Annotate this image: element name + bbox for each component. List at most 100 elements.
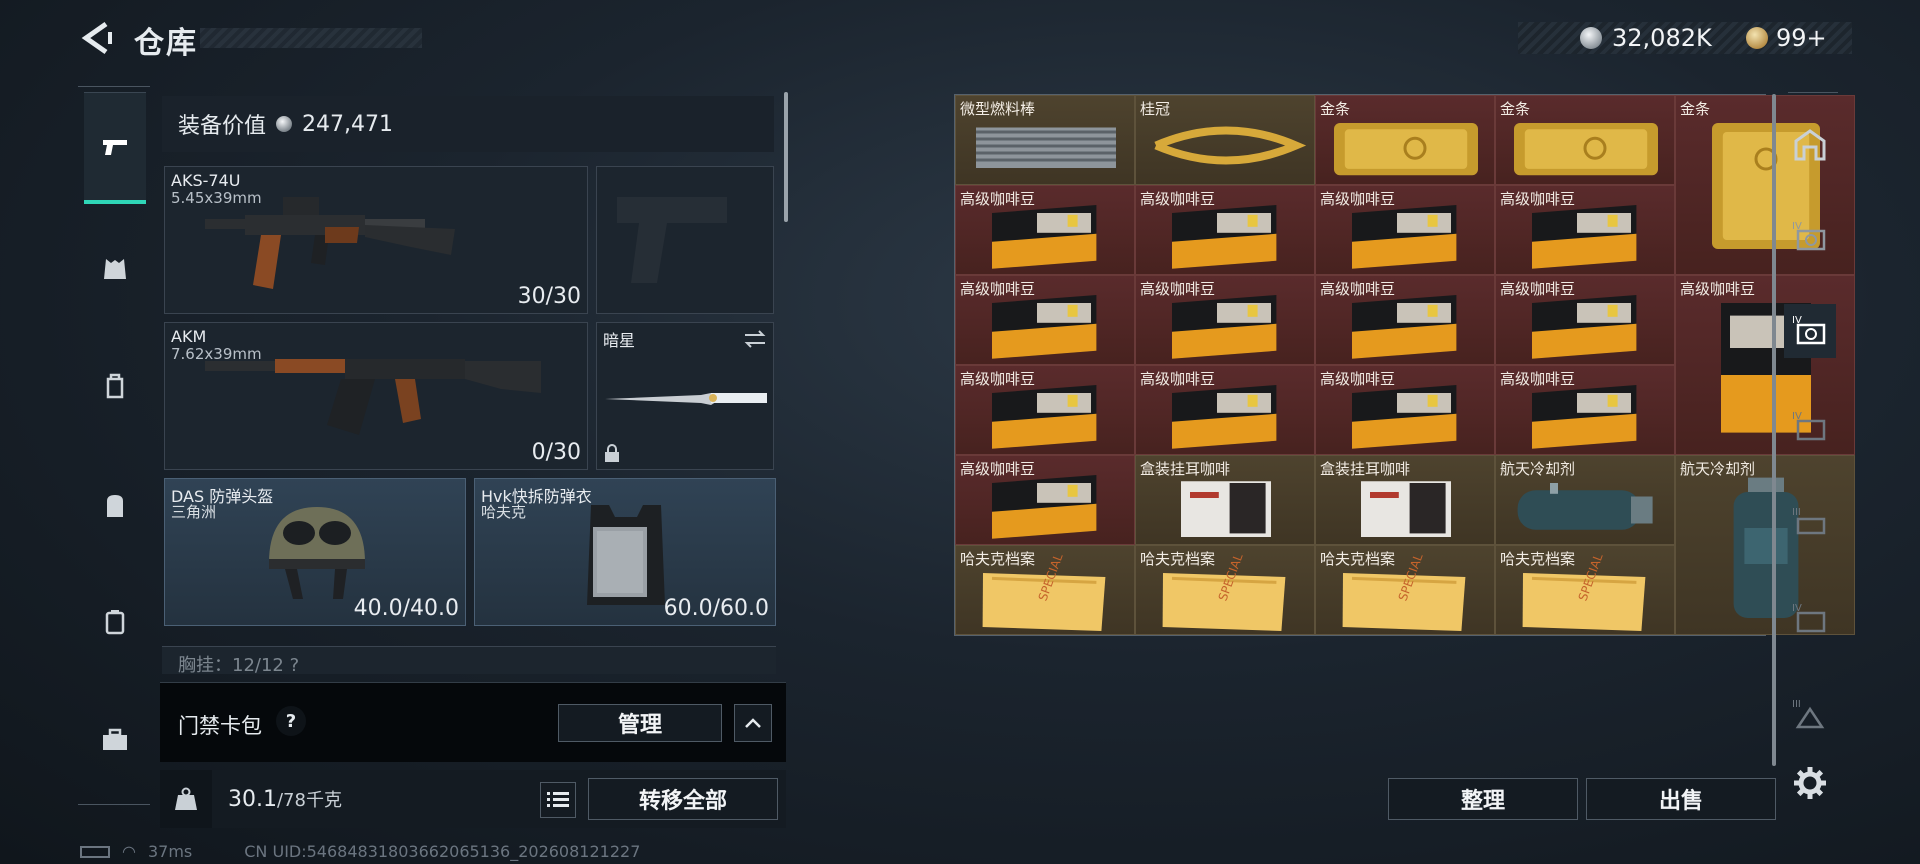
storage-item-label: 金条: [1320, 100, 1351, 118]
page-title: 仓库: [134, 26, 198, 61]
gold-coin-icon: [1746, 27, 1768, 49]
storage-item-cell[interactable]: 微型燃料棒: [955, 95, 1135, 185]
storage-item-cell[interactable]: SPECIAL 哈夫克档案: [1135, 545, 1315, 635]
left-scrollbar[interactable]: [784, 92, 788, 222]
weight-current: 30.1: [228, 787, 277, 812]
storage-item-cell[interactable]: 高级咖啡豆: [955, 185, 1135, 275]
nav-case[interactable]: [84, 566, 146, 678]
storage-item-label: 高级咖啡豆: [1320, 370, 1396, 388]
storage-item-label: 盒装挂耳咖啡: [1140, 460, 1231, 478]
nav-divider-top: [78, 86, 150, 87]
ping-value: 37ms: [147, 842, 193, 861]
svg-text:III: III: [1792, 699, 1801, 710]
armor-slot[interactable]: Hvk快拆防弹衣 哈夫克 60.0/60.0: [474, 478, 776, 626]
storage-item-cell[interactable]: 金条: [1495, 95, 1675, 185]
nav-weapons[interactable]: [84, 92, 146, 204]
storage-item-cell[interactable]: 高级咖啡豆: [1135, 365, 1315, 455]
storage-item-label: 高级咖啡豆: [1500, 370, 1576, 388]
secondary-weapon-ammo: 0/30: [531, 440, 581, 465]
weight-value: 30.1/78千克: [228, 786, 342, 812]
manage-button[interactable]: 管理: [558, 704, 722, 742]
storage-item-cell[interactable]: 高级咖啡豆: [1495, 185, 1675, 275]
helmet-durability: 40.0/40.0: [353, 596, 459, 621]
storage-item-cell[interactable]: 高级咖啡豆: [955, 455, 1135, 545]
nav-backpack-pouch[interactable]: [84, 330, 146, 442]
storage-item-cell[interactable]: 高级咖啡豆: [955, 275, 1135, 365]
storage-item-label: 高级咖啡豆: [960, 190, 1036, 208]
nav-vest[interactable]: [84, 214, 146, 326]
storage-item-cell[interactable]: 盒装挂耳咖啡: [1135, 455, 1315, 545]
storage-item-cell[interactable]: SPECIAL 哈夫克档案: [955, 545, 1135, 635]
help-icon[interactable]: ?: [276, 706, 306, 736]
right-nav-case-iii-2[interactable]: III: [1784, 688, 1836, 742]
right-nav-case-iv-2[interactable]: IV: [1784, 400, 1836, 454]
case-iii-icon: III: [1792, 699, 1825, 729]
back-button[interactable]: [78, 18, 118, 58]
storage-item-cell[interactable]: 桂冠: [1135, 95, 1315, 185]
storage-item-cell[interactable]: 高级咖啡豆: [1495, 365, 1675, 455]
case-iv-icon: IV: [1792, 603, 1826, 633]
storage-item-label: 高级咖啡豆: [960, 370, 1036, 388]
weight-max: /78千克: [276, 790, 342, 811]
status-footer: ◠ 37ms CN UID:5468483180366206513​6_2026…: [80, 842, 640, 861]
storage-item-cell[interactable]: 高级咖啡豆: [955, 365, 1135, 455]
title-decoration: [200, 28, 422, 48]
storage-scrollbar[interactable]: [1772, 94, 1776, 766]
nav-toolbox[interactable]: [84, 684, 146, 796]
secondary-weapon-slot[interactable]: AKM 7.62x39mm 0/30: [164, 322, 588, 470]
helmet-slot[interactable]: DAS 防弹头盔 三角洲 40.0/40.0: [164, 478, 466, 626]
battery-icon: [80, 845, 110, 858]
right-nav-case-iv[interactable]: IV: [1784, 210, 1836, 264]
pistol-slot[interactable]: [596, 166, 774, 314]
settings-button[interactable]: [1784, 756, 1836, 810]
storage-item-label: 高级咖啡豆: [1680, 280, 1756, 298]
case-icon: [105, 610, 125, 635]
storage-item-label: 航天冷却剂: [1500, 460, 1576, 478]
nav-divider-bottom: [78, 804, 150, 805]
sell-button[interactable]: 出售: [1586, 778, 1776, 820]
armor-durability: 60.0/60.0: [663, 596, 769, 621]
storage-item-label: 高级咖啡豆: [960, 280, 1036, 298]
chevron-left-icon: [81, 21, 112, 55]
swap-icon[interactable]: [743, 329, 767, 349]
storage-item-cell[interactable]: 高级咖啡豆: [1315, 185, 1495, 275]
storage-item-cell[interactable]: 高级咖啡豆: [1315, 365, 1495, 455]
sort-button[interactable]: 整理: [1388, 778, 1578, 820]
right-nav-case-iii[interactable]: III: [1784, 496, 1836, 550]
storage-item-cell[interactable]: SPECIAL 哈夫克档案: [1315, 545, 1495, 635]
storage-item-cell[interactable]: 盒装挂耳咖啡: [1315, 455, 1495, 545]
equipment-value-bar: 装备价值 247,471: [162, 96, 774, 152]
chest-rig-slot[interactable]: 胸挂：12/12 ?: [162, 646, 776, 674]
vest-icon: [104, 259, 126, 279]
armor-origin: 哈夫克: [481, 503, 527, 521]
primary-weapon-slot[interactable]: AKS-74U 5.45x39mm 30/30: [164, 166, 588, 314]
list-view-button[interactable]: [540, 782, 576, 818]
storage-item-cell[interactable]: 高级咖啡豆: [1495, 275, 1675, 365]
storage-item-label: 哈夫克档案: [1500, 550, 1576, 568]
nav-backpack[interactable]: [84, 450, 146, 562]
right-nav-home[interactable]: [1784, 118, 1836, 172]
storage-item-cell[interactable]: 高级咖啡豆: [1135, 185, 1315, 275]
gear-icon: [1794, 767, 1826, 799]
uid-text: CN UID:5468483180366206513​6_20260812122…: [244, 842, 641, 861]
gold-amount[interactable]: 99+: [1776, 24, 1827, 52]
storage-item-label: 高级咖啡豆: [1320, 190, 1396, 208]
transfer-all-button[interactable]: 转移全部: [588, 778, 778, 820]
storage-item-cell[interactable]: 金条: [1315, 95, 1495, 185]
storage-item-label: 桂冠: [1140, 100, 1171, 118]
weight-icon-box: [160, 770, 212, 828]
storage-item-cell[interactable]: 高级咖啡豆: [1315, 275, 1495, 365]
expand-button[interactable]: [734, 704, 772, 742]
storage-item-cell[interactable]: 高级咖啡豆: [1135, 275, 1315, 365]
right-nav-case-iv-active[interactable]: IV: [1784, 304, 1836, 358]
storage-item-cell[interactable]: 航天冷却剂: [1495, 455, 1675, 545]
case-iv-icon: IV: [1792, 315, 1826, 345]
weight-icon: [175, 787, 197, 810]
silver-amount: 32,082K: [1612, 24, 1712, 52]
pistol-icon: [103, 139, 127, 155]
right-nav-case-iv-3[interactable]: IV: [1784, 592, 1836, 646]
svg-text:III: III: [1792, 507, 1801, 518]
storage-item-cell[interactable]: SPECIAL 哈夫克档案: [1495, 545, 1675, 635]
melee-slot[interactable]: 暗星: [596, 322, 774, 470]
storage-item-label: 微型燃料棒: [960, 100, 1036, 118]
